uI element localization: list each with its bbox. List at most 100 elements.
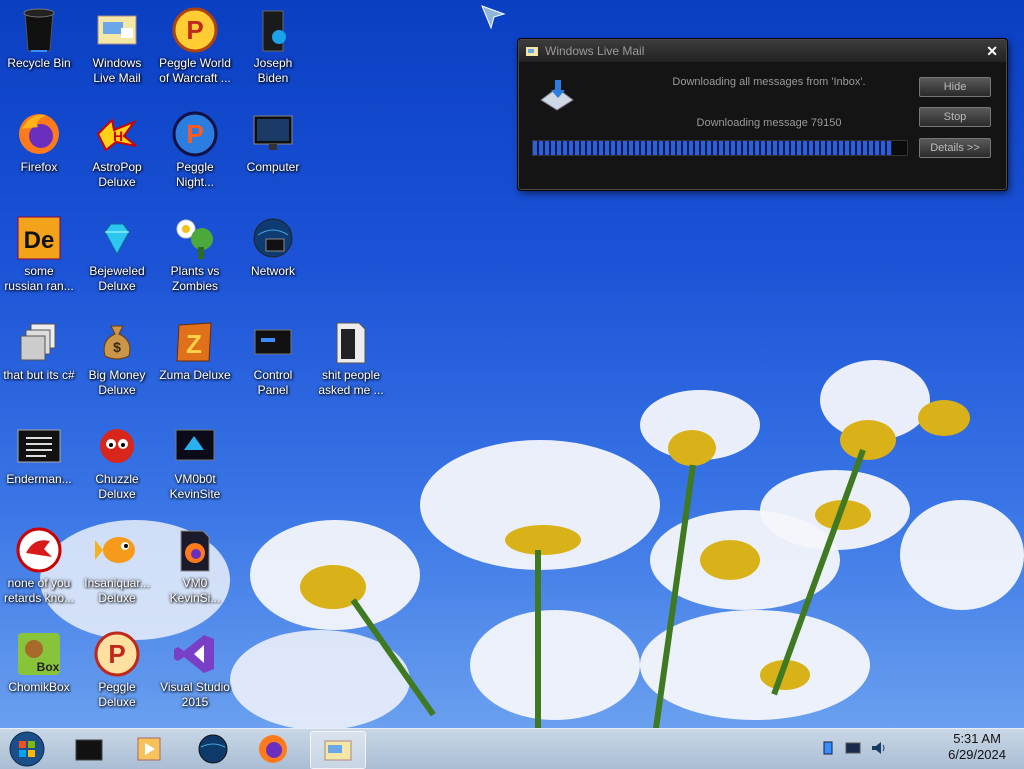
- firefox-file-icon: [171, 526, 219, 574]
- recycle-bin-icon: [15, 6, 63, 54]
- gem-icon: [93, 214, 141, 262]
- media-player-icon: [137, 737, 161, 761]
- volume-icon[interactable]: [870, 740, 886, 756]
- dialog-titlebar[interactable]: Windows Live Mail ✕: [519, 40, 1006, 62]
- details-button[interactable]: Details >>: [919, 138, 991, 158]
- desktop-icon-vm0-kevinsite[interactable]: VM0 KevinSi...: [156, 526, 234, 606]
- desktop-icon-label: Network: [250, 264, 295, 278]
- svg-text:$: $: [113, 339, 121, 355]
- console-icon: [15, 422, 63, 470]
- desktop-icon-label: Firefox: [20, 160, 58, 174]
- desktop-icon-label: Peggle Deluxe: [98, 680, 136, 709]
- flower-decoration: [640, 610, 870, 720]
- dialog-title: Windows Live Mail: [545, 44, 645, 58]
- desktop-icon-shit-people-asked-me[interactable]: shit people asked me ...: [312, 318, 390, 398]
- desktop-icon-label: Windows Live Mail: [92, 56, 142, 85]
- desktop-icon-enderman[interactable]: Enderman...: [0, 422, 78, 487]
- peggle-icon: P: [171, 6, 219, 54]
- taskbar-item-black-box[interactable]: [64, 731, 114, 767]
- svg-text:P: P: [186, 15, 203, 45]
- stop-button[interactable]: Stop: [919, 107, 991, 127]
- svg-text:De: De: [24, 227, 55, 254]
- svg-text:H: H: [113, 128, 123, 144]
- taskbar-item-windows-live-mail[interactable]: [310, 731, 366, 769]
- desktop-icon-insaniquarium-deluxe[interactable]: Insaniquar... Deluxe: [78, 526, 156, 606]
- desktop-icon-label: none of you retards kno...: [3, 576, 75, 605]
- desktop-icon-chuzzle-deluxe[interactable]: Chuzzle Deluxe: [78, 422, 156, 502]
- close-icon[interactable]: ✕: [986, 43, 998, 60]
- desktop-icon-chomikbox[interactable]: Box ChomikBox: [0, 630, 78, 695]
- taskbar: 5:31 AM 6/29/2024: [0, 728, 1024, 769]
- flower-center: [840, 420, 896, 460]
- desktop-icon-vm0b0t-kevinsite[interactable]: VM0b0t KevinSite: [156, 422, 234, 502]
- desktop-icon-astropop-deluxe[interactable]: H AstroPop Deluxe: [78, 110, 156, 190]
- desktop-icon-joseph-biden[interactable]: Joseph Biden: [234, 6, 312, 86]
- desktop-icon-label: VM0b0t KevinSite: [169, 472, 221, 501]
- peggle-deluxe-icon: P: [93, 630, 141, 678]
- monitor-icon: [249, 110, 297, 158]
- network-globe-icon: [249, 214, 297, 262]
- taskbar-item-firefox[interactable]: [248, 731, 298, 767]
- taskbar-clock[interactable]: 5:31 AM 6/29/2024: [948, 731, 1006, 763]
- de-icon: De: [15, 214, 63, 262]
- svg-text:Box: Box: [37, 660, 60, 674]
- windows-live-mail-icon: [526, 47, 538, 56]
- desktop-icon-peggle-world-of-warcraft[interactable]: P Peggle World of Warcraft ...: [156, 6, 234, 86]
- desktop-icon-label: Chuzzle Deluxe: [95, 472, 139, 501]
- flash-drive-icon[interactable]: [820, 740, 836, 756]
- money-bag-icon: $: [93, 318, 141, 366]
- desktop-icon-computer[interactable]: Computer: [234, 110, 312, 175]
- desktop-icon-peggle-deluxe[interactable]: P Peggle Deluxe: [78, 630, 156, 710]
- desktop-icon-plants-vs-zombies[interactable]: Plants vs Zombies: [156, 214, 234, 294]
- clock-time: 5:31 AM: [953, 731, 1001, 746]
- svg-text:P: P: [108, 639, 125, 669]
- start-button[interactable]: [2, 731, 52, 767]
- desktop-icon-label: Joseph Biden: [253, 56, 293, 85]
- firefox-icon: [259, 735, 287, 763]
- desktop-icon-peggle-nights[interactable]: P Peggle Night...: [156, 110, 234, 190]
- desktop-icon-label: VM0 KevinSi...: [169, 576, 221, 605]
- chuzzle-icon: [93, 422, 141, 470]
- astropop-icon: H: [93, 110, 141, 158]
- desktop-icon-label: shit people asked me ...: [318, 368, 384, 397]
- desktop-icon-control-panel[interactable]: Control Panel: [234, 318, 312, 398]
- windows-live-mail-icon: [93, 6, 141, 54]
- desktop-icon-label: ChomikBox: [8, 680, 70, 694]
- desktop-icon-label: Insaniquar... Deluxe: [84, 576, 150, 605]
- desktop-icon-label: Zuma Deluxe: [159, 368, 231, 382]
- taskbar-item-globe[interactable]: [188, 731, 238, 767]
- desktop-icon-none-of-you[interactable]: none of you retards kno...: [0, 526, 78, 606]
- desktop-icon-network[interactable]: Network: [234, 214, 312, 279]
- desktop-icon-visual-studio-2015[interactable]: Visual Studio 2015: [156, 630, 234, 710]
- desktop-icon-label: Bejeweled Deluxe: [89, 264, 145, 293]
- start-orb-icon: [9, 731, 45, 767]
- desktop-icon-zuma-deluxe[interactable]: Z Zuma Deluxe: [156, 318, 234, 383]
- download-message-text: Downloading message 79150: [696, 117, 842, 129]
- mouse-cursor-icon: [481, 5, 506, 30]
- desktop-icon-recycle-bin[interactable]: Recycle Bin: [0, 6, 78, 71]
- hide-button[interactable]: Hide: [919, 77, 991, 97]
- download-mail-icon: [540, 80, 574, 111]
- progress-fill: [533, 141, 893, 155]
- windows-live-mail-dialog: Windows Live Mail ✕ Downloading all mess…: [518, 39, 1007, 190]
- desktop-icon-firefox[interactable]: Firefox: [0, 110, 78, 175]
- desktop-icon-big-money-deluxe[interactable]: $ Big Money Deluxe: [78, 318, 156, 398]
- taskbar-item-media-player[interactable]: [124, 731, 174, 767]
- visual-studio-icon: [171, 630, 219, 678]
- clock-date: 6/29/2024: [948, 747, 1006, 762]
- desktop-icon-label: Peggle Night...: [175, 160, 214, 189]
- desktop-icon-label: Big Money Deluxe: [88, 368, 146, 397]
- desktop-icon-bejeweled-deluxe[interactable]: Bejeweled Deluxe: [78, 214, 156, 294]
- flower-decoration: [470, 610, 640, 720]
- plants-icon: [171, 214, 219, 262]
- desktop-icon-label: Control Panel: [253, 368, 293, 397]
- computer-tower-icon: [249, 6, 297, 54]
- desktop-icon-some-russian[interactable]: De some russian ran...: [0, 214, 78, 294]
- desktop-icon-that-but-its-csharp[interactable]: that but its c#: [0, 318, 78, 383]
- desktop-icon-label: some russian ran...: [4, 264, 74, 293]
- network-tray-icon[interactable]: [845, 740, 861, 756]
- desktop-icon-windows-live-mail[interactable]: Windows Live Mail: [78, 6, 156, 86]
- desktop: Recycle Bin Windows Live Mail P Peggle W…: [0, 0, 1024, 728]
- globe-icon: [198, 734, 228, 764]
- desktop-icon-label: Recycle Bin: [7, 56, 71, 70]
